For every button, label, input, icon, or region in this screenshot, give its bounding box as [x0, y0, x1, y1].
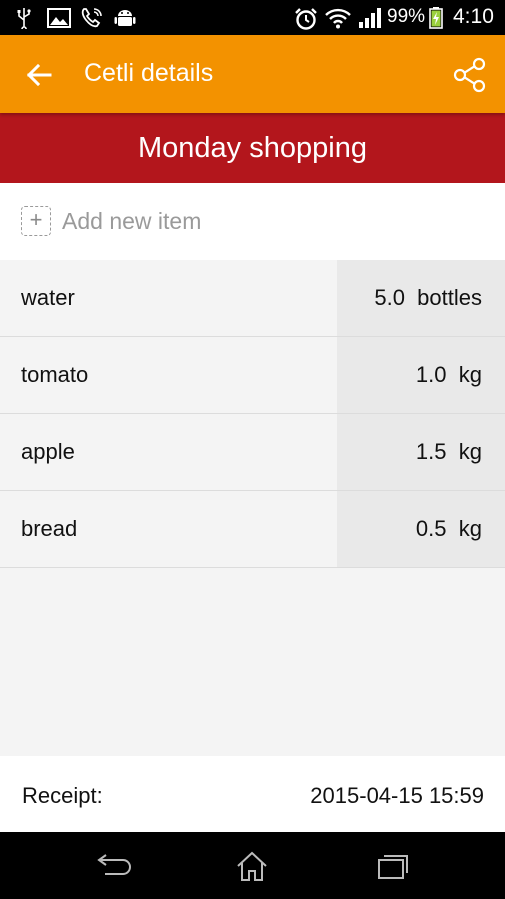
receipt-label: Receipt: [22, 783, 103, 808]
image-icon [47, 8, 71, 28]
clock: 4:10 [453, 5, 494, 28]
item-unit: bottles [417, 285, 482, 310]
receipt-datetime: 2015-04-15 15:59 [310, 783, 484, 808]
item-name: apple [21, 439, 75, 464]
wifi-icon [325, 8, 351, 29]
back-nav-icon[interactable] [93, 850, 133, 882]
item-name: bread [21, 516, 78, 541]
list-item[interactable]: apple 1.5 kg [0, 414, 505, 491]
item-quantity: 0.5 kg [416, 516, 482, 542]
item-name: tomato [21, 362, 89, 387]
alarm-icon [295, 8, 317, 30]
list-title-banner: Monday shopping [0, 113, 505, 183]
item-list: water 5.0 bottles tomato 1.0 kg apple 1.… [0, 260, 505, 568]
list-item[interactable]: bread 0.5 kg [0, 491, 505, 568]
receipt-row: Receipt: 2015-04-15 15:59 [0, 756, 505, 832]
recent-apps-icon[interactable] [373, 850, 413, 882]
item-unit: kg [458, 362, 482, 387]
item-amount: 1.5 [415, 439, 447, 464]
item-quantity-cell[interactable]: 1.5 kg [337, 414, 505, 490]
home-icon[interactable] [232, 850, 272, 882]
item-amount: 5.0 [374, 285, 405, 310]
item-quantity-cell[interactable]: 0.5 kg [337, 491, 505, 567]
call-icon [81, 8, 102, 28]
page-title: Cetli details [84, 59, 214, 87]
share-icon[interactable] [452, 57, 488, 93]
item-amount: 1.0 [415, 362, 447, 387]
usb-icon [17, 8, 31, 29]
item-quantity-cell[interactable]: 1.0 kg [337, 337, 505, 413]
battery-percent: 99% [387, 6, 426, 27]
item-quantity: 1.5 kg [416, 439, 482, 465]
item-quantity-cell[interactable]: 5.0 bottles [337, 260, 505, 336]
item-unit: kg [458, 516, 482, 541]
item-amount: 0.5 [415, 516, 447, 541]
status-bar: 99% 4:10 [0, 0, 505, 35]
item-quantity: 5.0 bottles [374, 285, 482, 311]
item-unit: kg [458, 439, 482, 464]
android-icon [114, 10, 136, 26]
navigation-bar [0, 832, 505, 899]
app-bar: Cetli details [0, 35, 505, 113]
list-item[interactable]: tomato 1.0 kg [0, 337, 505, 414]
battery-charging-icon [429, 7, 443, 29]
arrow-back-icon[interactable] [24, 60, 54, 90]
add-new-item-label: Add new item [62, 208, 202, 234]
list-item[interactable]: water 5.0 bottles [0, 260, 505, 337]
plus-icon: + [21, 206, 51, 236]
item-quantity: 1.0 kg [416, 362, 482, 388]
item-name: water [21, 285, 75, 310]
signal-icon [359, 8, 381, 28]
add-new-item-button[interactable]: + Add new item [0, 183, 505, 260]
